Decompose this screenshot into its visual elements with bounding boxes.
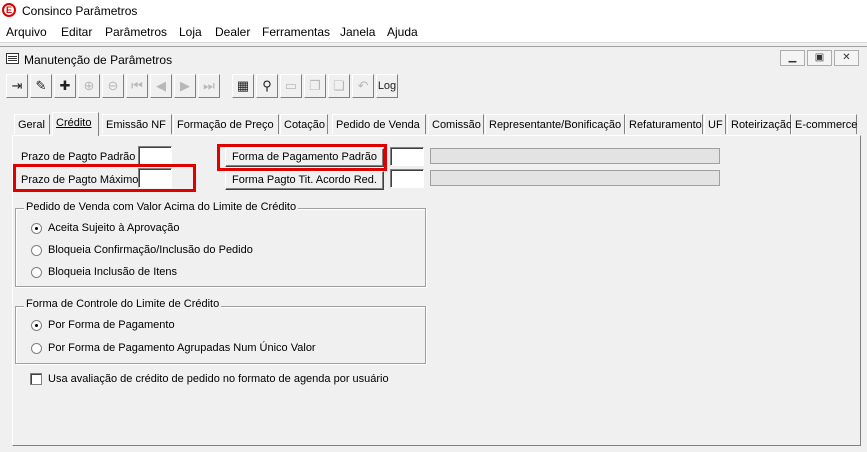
- tab-credito-label: Crédito: [56, 117, 92, 129]
- radio-por-forma-agrupadas-label[interactable]: Por Forma de Pagamento Agrupadas Num Úni…: [48, 342, 316, 354]
- tab-geral[interactable]: Geral: [14, 114, 50, 134]
- radio-por-forma-pagamento[interactable]: [31, 320, 42, 331]
- tab-roteirizacao[interactable]: Roteirização: [727, 114, 792, 134]
- first-icon[interactable]: ⏮: [126, 74, 148, 98]
- menu-loja[interactable]: Loja: [179, 25, 202, 39]
- radio-bloqueia-confirmacao-label[interactable]: Bloqueia Confirmação/Inclusão do Pedido: [48, 244, 253, 256]
- forma-acordo-description: [430, 170, 720, 186]
- forma-pagamento-padrao-button[interactable]: Forma de Pagamento Padrão: [225, 148, 384, 167]
- radio-aceita-aprovacao-label[interactable]: Aceita Sujeito à Aprovação: [48, 222, 179, 234]
- radio-por-forma-agrupadas[interactable]: [31, 343, 42, 354]
- tab-pedido-de-venda[interactable]: Pedido de Venda: [332, 114, 426, 134]
- exit-icon[interactable]: ⇥: [6, 74, 28, 98]
- tab-uf[interactable]: UF: [704, 114, 726, 134]
- forma-pagto-acordo-button[interactable]: Forma Pagto Tit. Acordo Red.: [225, 171, 384, 190]
- controle-limite-group-title: Forma de Controle do Limite de Crédito: [24, 298, 222, 310]
- menu-ajuda[interactable]: Ajuda: [387, 25, 418, 39]
- last-icon[interactable]: ⏭: [198, 74, 220, 98]
- minimize-button[interactable]: ▁: [780, 50, 805, 66]
- tab-formacao-de-preco[interactable]: Formação de Preço: [173, 114, 279, 134]
- close-button[interactable]: ✕: [834, 50, 859, 66]
- window-title: Manutenção de Parâmetros: [24, 53, 173, 67]
- agenda-usuario-checkbox-label[interactable]: Usa avaliação de crédito de pedido no fo…: [48, 373, 389, 385]
- menu-bar: Arquivo Editar Parâmetros Loja Dealer Fe…: [0, 22, 867, 43]
- menu-parametros[interactable]: Parâmetros: [105, 25, 167, 39]
- tab-cotacao[interactable]: Cotação: [280, 114, 328, 134]
- app-logo-icon: E: [2, 3, 16, 17]
- radio-bloqueia-itens-label[interactable]: Bloqueia Inclusão de Itens: [48, 266, 177, 278]
- prazo-maximo-label: Prazo de Pagto Máximo: [21, 174, 139, 186]
- forma-padrao-code-input[interactable]: [390, 147, 424, 166]
- tab-credito[interactable]: Crédito: [52, 112, 99, 136]
- window-form-icon: [6, 53, 19, 64]
- forma-acordo-code-input[interactable]: [390, 169, 424, 188]
- menu-janela[interactable]: Janela: [340, 25, 375, 39]
- insert-icon[interactable]: ⊕: [78, 74, 100, 98]
- menu-arquivo[interactable]: Arquivo: [6, 25, 47, 39]
- new-icon[interactable]: ✚: [54, 74, 76, 98]
- menu-editar[interactable]: Editar: [61, 25, 92, 39]
- prazo-padrao-input[interactable]: [138, 146, 172, 166]
- tab-e-commerce[interactable]: E-commerce: [791, 114, 857, 134]
- radio-bloqueia-itens[interactable]: [31, 267, 42, 278]
- delete-icon[interactable]: ⊖: [102, 74, 124, 98]
- find-icon[interactable]: ⚲: [256, 74, 278, 98]
- controle-limite-group: [15, 306, 426, 364]
- tab-representante-bonificacao[interactable]: Representante/Bonificação: [485, 114, 625, 134]
- radio-por-forma-pagamento-label[interactable]: Por Forma de Pagamento: [48, 319, 175, 331]
- menu-dealer[interactable]: Dealer: [215, 25, 250, 39]
- undo-icon[interactable]: ↶: [352, 74, 374, 98]
- copy-icon[interactable]: ❐: [304, 74, 326, 98]
- prazo-maximo-input[interactable]: [138, 168, 172, 188]
- pedido-venda-limite-group-title: Pedido de Venda com Valor Acima do Limit…: [24, 201, 299, 213]
- previous-icon[interactable]: ◀: [150, 74, 172, 98]
- next-icon[interactable]: ▶: [174, 74, 196, 98]
- paste-icon[interactable]: ❏: [328, 74, 350, 98]
- tab-refaturamento[interactable]: Refaturamento: [625, 114, 703, 134]
- forma-padrao-description: [430, 148, 720, 164]
- clear-icon[interactable]: ▭: [280, 74, 302, 98]
- restore-button[interactable]: ▣: [807, 50, 832, 66]
- radio-aceita-aprovacao[interactable]: [31, 223, 42, 234]
- app-title: Consinco Parâmetros: [22, 4, 138, 18]
- menu-ferramentas[interactable]: Ferramentas: [262, 25, 330, 39]
- log-button[interactable]: Log: [376, 74, 398, 98]
- edit-icon[interactable]: ✎: [30, 74, 52, 98]
- tab-comissao[interactable]: Comissão: [428, 114, 484, 134]
- radio-bloqueia-confirmacao[interactable]: [31, 245, 42, 256]
- tab-emissao-nf[interactable]: Emissão NF: [102, 114, 172, 134]
- agenda-usuario-checkbox[interactable]: [30, 373, 42, 385]
- prazo-padrao-label: Prazo de Pagto Padrão: [21, 151, 136, 163]
- save-icon[interactable]: ▦: [232, 74, 254, 98]
